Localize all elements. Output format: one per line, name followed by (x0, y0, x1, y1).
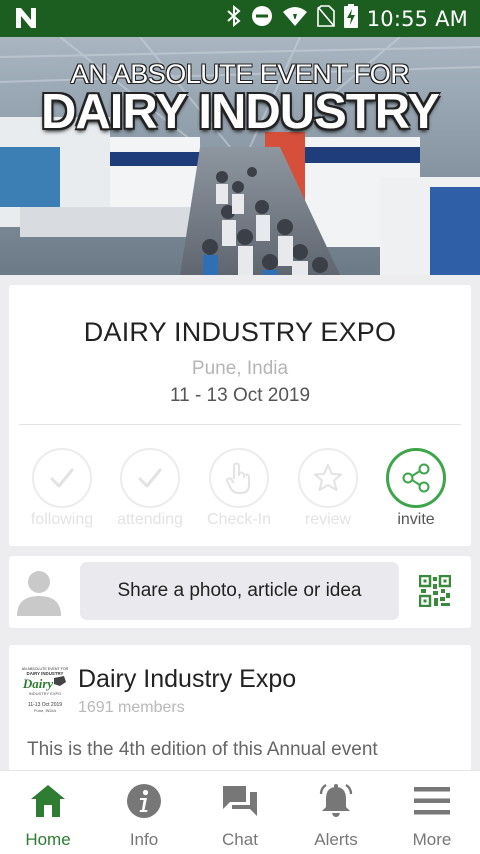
check-in-button[interactable]: Check-In (199, 448, 279, 529)
group-logo: AN ABSOLUTE EVENT FOR DAIRY INDUSTRY Dai… (20, 664, 70, 714)
n-logo-icon (14, 7, 38, 34)
bottom-navigation: Home Info Chat Alerts More (0, 770, 480, 854)
status-bar: 10:55 AM (0, 0, 480, 37)
share-bar: Share a photo, article or idea (9, 556, 471, 628)
battery-charging-icon (343, 4, 358, 33)
nav-more[interactable]: More (384, 771, 480, 854)
group-description: This is the 4th edition of this Annual e… (27, 739, 378, 760)
event-title: DAIRY INDUSTRY EXPO (83, 317, 397, 347)
logo-subtitle: INDUSTRY EXPO (29, 691, 62, 696)
wifi-icon (282, 5, 308, 32)
nav-chat-label: Chat (222, 830, 258, 849)
check-icon (120, 448, 180, 508)
share-post-input[interactable]: Share a photo, article or idea (80, 562, 399, 620)
event-location: Pune, India (191, 358, 289, 379)
nav-more-label: More (412, 830, 452, 849)
qr-code-icon[interactable] (418, 574, 452, 612)
banner-headline: DAIRY INDUSTRY (40, 85, 440, 139)
nav-alerts-label: Alerts (314, 830, 358, 849)
event-dates: 11 - 13 Oct 2019 (169, 385, 311, 406)
following-button[interactable]: following (22, 448, 102, 529)
info-icon (124, 783, 164, 819)
invite-button[interactable]: invite (376, 448, 456, 529)
nav-info[interactable]: Info (96, 771, 192, 854)
group-title: Dairy Industry Expo (78, 665, 297, 693)
attending-label: attending (117, 511, 183, 528)
group-member-count: 1691 members (78, 699, 185, 716)
logo-place: Pune, INDIA (34, 708, 57, 713)
review-label: review (304, 511, 352, 528)
check-in-label: Check-In (206, 511, 272, 528)
nav-home-label: Home (25, 830, 71, 849)
check-icon (32, 448, 92, 508)
touch-icon (209, 448, 269, 508)
nav-alerts[interactable]: Alerts (288, 771, 384, 854)
group-card[interactable]: AN ABSOLUTE EVENT FOR DAIRY INDUSTRY Dai… (9, 645, 471, 775)
share-icon (386, 448, 446, 508)
bell-icon (316, 783, 356, 819)
event-banner-image: AN ABSOLUTE EVENT FOR DAIRY INDUSTRY (0, 37, 480, 275)
attending-button[interactable]: attending (110, 448, 190, 529)
divider (19, 424, 461, 425)
event-card: DAIRY INDUSTRY EXPO Pune, India 11 - 13 … (9, 285, 471, 546)
do-not-disturb-icon (251, 5, 273, 32)
bluetooth-icon (226, 4, 242, 32)
avatar (17, 568, 61, 621)
nav-info-label: Info (129, 830, 159, 849)
home-icon (28, 783, 68, 819)
nav-chat[interactable]: Chat (192, 771, 288, 854)
nav-home[interactable]: Home (0, 771, 96, 854)
no-sim-icon (316, 5, 335, 32)
star-icon (298, 448, 358, 508)
status-time: 10:55 AM (366, 6, 468, 31)
chat-icon (220, 783, 260, 819)
following-label: following (30, 511, 94, 528)
menu-icon (412, 783, 452, 819)
invite-label: invite (397, 511, 435, 528)
logo-brand: Dairy (22, 676, 54, 691)
review-button[interactable]: review (288, 448, 368, 529)
